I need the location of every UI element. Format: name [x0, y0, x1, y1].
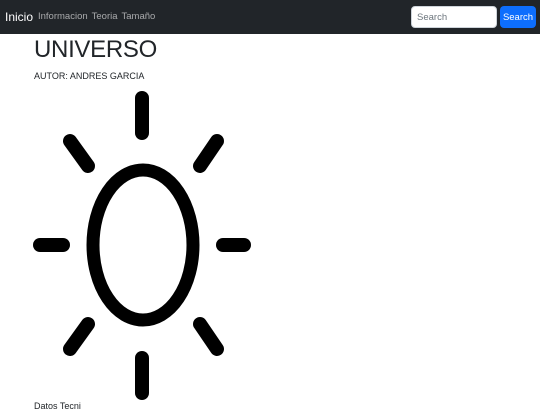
sun-icon [33, 91, 251, 400]
nav-link-teoria[interactable]: Teoria [92, 10, 118, 24]
page-title: UNIVERSO [34, 36, 157, 63]
sun-circle [86, 163, 200, 327]
sun-ray-bottom-left [63, 317, 95, 356]
nav-link-informacion[interactable]: Informacion [38, 10, 88, 24]
navbar: Inicio Informacion Teoria Tamaño Search [0, 0, 540, 34]
sun-ray-top-left [63, 134, 95, 173]
search-input[interactable] [411, 6, 497, 28]
nav-brand-inicio[interactable]: Inicio [5, 9, 33, 25]
nav-links: Informacion Teoria Tamaño [38, 10, 155, 24]
nav-link-tamano[interactable]: Tamaño [122, 10, 156, 24]
search-button[interactable]: Search [500, 6, 536, 28]
sun-ray-bottom-right [193, 317, 224, 356]
author-line: AUTOR: ANDRES GARCIA [34, 71, 145, 81]
sun-ray-top-right [193, 134, 224, 173]
section-heading-cutoff: Datos Tecni [34, 401, 81, 411]
